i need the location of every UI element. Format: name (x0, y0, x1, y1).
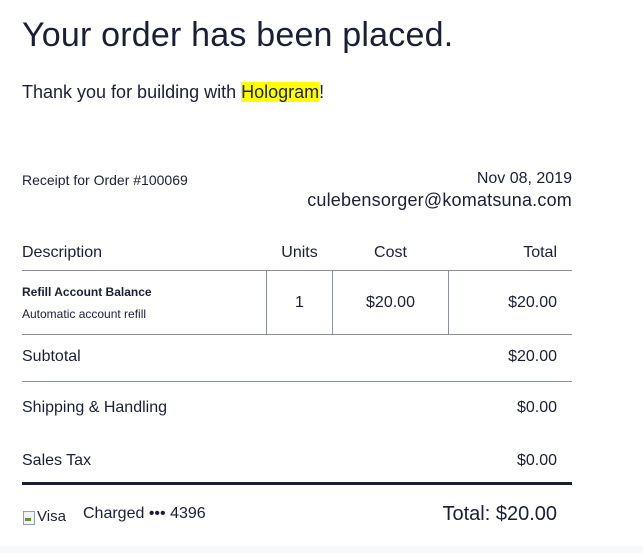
subtotal-label: Subtotal (22, 348, 81, 365)
order-confirmation-page: Your order has been placed. Thank you fo… (0, 0, 643, 553)
table-row: Refill Account Balance Automatic account… (22, 270, 572, 335)
item-subtitle: Automatic account refill (22, 306, 147, 321)
footer-strip (0, 546, 643, 553)
page-title: Your order has been placed. (22, 16, 454, 54)
item-cost: $20.00 (332, 270, 449, 335)
line-items-table: Description Units Cost Total Refill Acco… (22, 235, 572, 335)
shipping-value: $0.00 (516, 399, 557, 416)
brand-highlight: Hologram (241, 82, 320, 102)
item-description-cell: Refill Account Balance Automatic account… (22, 270, 267, 335)
thank-you-message: Thank you for building with Hologram! (22, 82, 324, 103)
sales-tax-value: $0.00 (516, 452, 557, 469)
shipping-label: Shipping & Handling (22, 399, 167, 416)
customer-email: culebensorger@komatsuna.com (307, 190, 572, 210)
total-divider (22, 482, 572, 485)
broken-image-icon (22, 509, 36, 525)
column-header-description: Description (22, 235, 267, 271)
column-header-units: Units (266, 235, 333, 271)
order-date: Nov 08, 2019 (476, 170, 572, 187)
table-header-row: Description Units Cost Total (22, 235, 572, 271)
visa-alt-text: Visa (37, 508, 66, 525)
thank-you-prefix: Thank you for building with (22, 82, 242, 102)
subtotal-value: $20.00 (508, 348, 557, 365)
item-name: Refill Account Balance (22, 284, 152, 299)
item-units: 1 (266, 270, 333, 335)
column-header-total: Total (448, 235, 572, 271)
receipt-order-number: Receipt for Order #100069 (22, 172, 188, 188)
item-total: $20.00 (448, 270, 572, 335)
column-header-cost: Cost (332, 235, 449, 271)
grand-total: Total: $20.00 (442, 503, 557, 525)
subtotal-divider (22, 381, 572, 382)
thank-you-suffix: ! (319, 82, 325, 102)
charged-card-info: Charged ••• 4396 (83, 505, 206, 522)
sales-tax-label: Sales Tax (22, 452, 92, 469)
visa-card-image: Visa (22, 508, 66, 525)
